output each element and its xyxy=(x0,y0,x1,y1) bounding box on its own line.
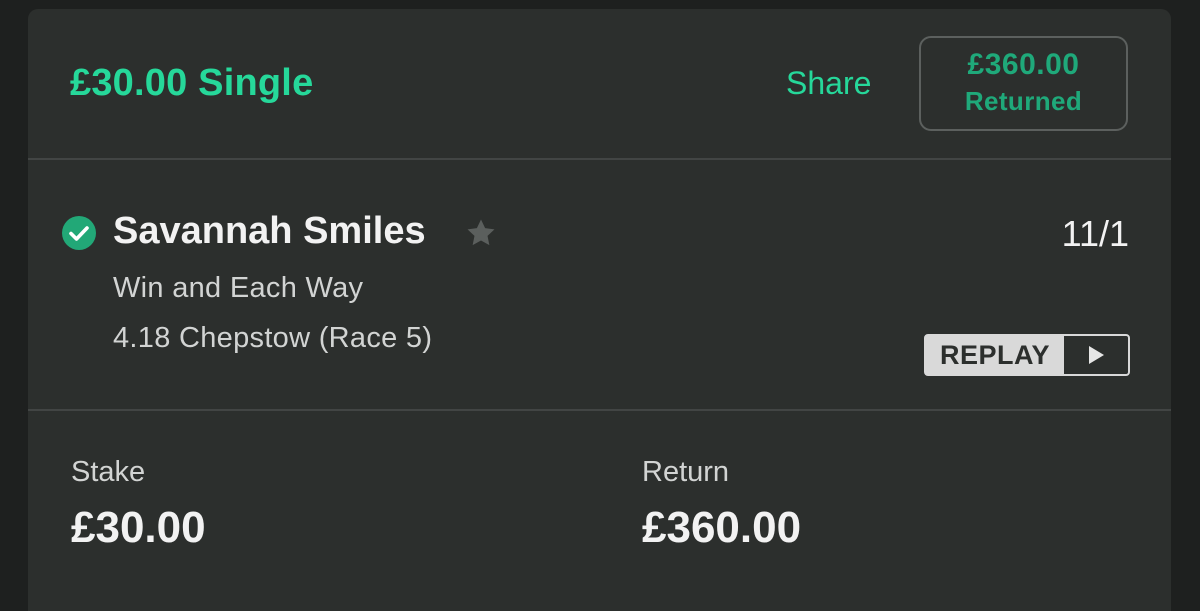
selection-row: Savannah Smiles 11/1 Win and Each Way 4.… xyxy=(28,160,1171,411)
return-value: £360.00 xyxy=(642,503,802,552)
return-label: Return xyxy=(642,456,730,488)
event-name: 4.18 Chepstow (Race 5) xyxy=(113,322,433,354)
odds: 11/1 xyxy=(1061,213,1129,254)
returned-amount: £360.00 xyxy=(967,48,1080,81)
returned-label: Returned xyxy=(964,86,1083,116)
runner-name: Savannah Smiles xyxy=(113,210,426,252)
bet-header: £30.00 Single Share £360.00 Returned xyxy=(28,9,1171,160)
market-type: Win and Each Way xyxy=(113,272,364,304)
replay-label: REPLAY xyxy=(939,340,1051,370)
play-icon xyxy=(1064,336,1128,374)
bet-title: £30.00 Single xyxy=(70,62,314,104)
replay-button[interactable]: REPLAY xyxy=(924,334,1130,376)
stake-value: £30.00 xyxy=(71,503,206,552)
stake-label: Stake xyxy=(71,456,146,488)
bet-totals: Stake £30.00 Return £360.00 xyxy=(28,411,1171,609)
returned-badge: £360.00 Returned xyxy=(919,36,1128,131)
star-icon[interactable] xyxy=(464,216,498,255)
share-button[interactable]: Share xyxy=(786,65,871,102)
bet-card: £30.00 Single Share £360.00 Returned Sav… xyxy=(28,9,1171,611)
check-circle-icon xyxy=(61,215,97,256)
